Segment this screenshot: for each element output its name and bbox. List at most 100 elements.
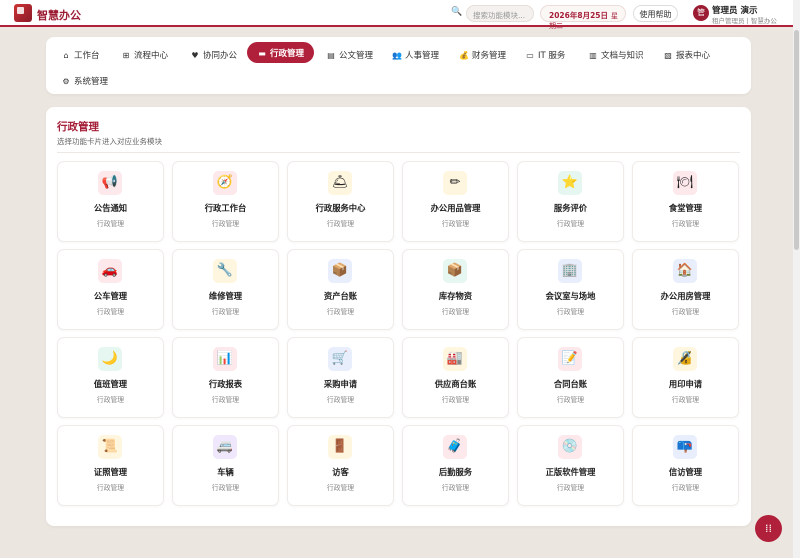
heart-icon: ♥ xyxy=(191,51,199,60)
mailbox-icon: 📪 xyxy=(673,435,697,459)
tile-category: 行政管理 xyxy=(211,220,240,228)
tile-title: 访客 xyxy=(332,467,349,477)
search-input[interactable]: 搜索功能模块... xyxy=(466,5,534,22)
module-tile[interactable]: 🌙 值班管理 行政管理 xyxy=(57,337,164,418)
module-tile[interactable]: 🚗 公车管理 行政管理 xyxy=(57,249,164,330)
module-tile[interactable]: ✏ 办公用品管理 行政管理 xyxy=(402,161,509,242)
tile-category: 行政管理 xyxy=(326,220,355,228)
date-display: 2026年8月25日 星期二 xyxy=(540,5,626,30)
module-tile[interactable]: 🧭 行政工作台 行政管理 xyxy=(172,161,279,242)
tile-category: 行政管理 xyxy=(441,396,470,404)
report-icon: ▧ xyxy=(664,51,672,60)
nav-item-label: 人事管理 xyxy=(405,51,440,61)
module-tile[interactable]: ⭐ 服务评价 行政管理 xyxy=(517,161,624,242)
tile-category: 行政管理 xyxy=(326,308,355,316)
lock-icon: 🔏 xyxy=(673,347,697,371)
contract-icon: 📝 xyxy=(558,347,582,371)
bar-chart-icon: 📊 xyxy=(213,347,237,371)
nav-item-6[interactable]: 💰 财务管理 xyxy=(459,44,506,65)
module-tile[interactable]: 🚪 访客 行政管理 xyxy=(287,425,394,506)
tile-category: 行政管理 xyxy=(441,308,470,316)
tile-category: 行政管理 xyxy=(556,308,585,316)
module-tile[interactable]: 🔏 用印申请 行政管理 xyxy=(632,337,739,418)
tile-title: 服务评价 xyxy=(553,203,588,213)
module-tile[interactable]: 📊 行政报表 行政管理 xyxy=(172,337,279,418)
money-bag-icon: 💰 xyxy=(459,51,469,60)
module-tile[interactable]: 📦 库存物资 行政管理 xyxy=(402,249,509,330)
tile-title: 采购申请 xyxy=(323,379,358,389)
module-tile[interactable]: 🛒 采购申请 行政管理 xyxy=(287,337,394,418)
module-tile[interactable]: 🛎 行政服务中心 行政管理 xyxy=(287,161,394,242)
module-tile[interactable]: 🏭 供应商台账 行政管理 xyxy=(402,337,509,418)
module-tile[interactable]: 📜 证照管理 行政管理 xyxy=(57,425,164,506)
nav-item-4[interactable]: ▤ 公文管理 xyxy=(326,44,373,65)
module-nav: ⌂ 工作台 ⊞ 流程中心 ♥ 协同办公 ▬ 行政管理 ▤ 公文管理 👥 人事管理 💰 财务管理 ▭ IT 服务… xyxy=(46,37,751,94)
house-icon: 🏠 xyxy=(673,259,697,283)
help-button[interactable]: 使用帮助 xyxy=(633,5,678,22)
factory-icon: 🏭 xyxy=(443,347,467,371)
search-icon[interactable]: 🔍 xyxy=(451,7,462,17)
tile-title: 办公用品管理 xyxy=(430,203,481,213)
van-icon: 🚐 xyxy=(213,435,237,459)
tile-category: 行政管理 xyxy=(441,484,470,492)
page-subtitle: 选择功能卡片进入对应业务模块 xyxy=(57,137,162,146)
module-tile[interactable]: 🏠 办公用房管理 行政管理 xyxy=(632,249,739,330)
gear-icon: ⚙ xyxy=(62,77,70,86)
module-tile[interactable]: 💿 正版软件管理 行政管理 xyxy=(517,425,624,506)
nav-item-3[interactable]: ▬ 行政管理 xyxy=(247,42,315,63)
nav-item-2[interactable]: ♥ 协同办公 xyxy=(190,44,237,65)
module-tile[interactable]: 🍽 食堂管理 行政管理 xyxy=(632,161,739,242)
nav-item-0[interactable]: ⌂ 工作台 xyxy=(61,44,99,65)
tile-title: 办公用房管理 xyxy=(660,291,711,301)
nav-item-label: 流程中心 xyxy=(134,51,169,61)
tile-title: 车辆 xyxy=(217,467,234,477)
nav-item-7[interactable]: ▭ IT 服务 xyxy=(525,44,565,65)
luggage-icon: 🧳 xyxy=(443,435,467,459)
tile-title: 行政服务中心 xyxy=(315,203,366,213)
tile-category: 行政管理 xyxy=(671,484,700,492)
scrollbar[interactable] xyxy=(793,0,800,558)
nav-item-10[interactable]: ⚙ 系统管理 xyxy=(61,70,108,91)
top-bar: 智慧办公 🔍 搜索功能模块... 2026年8月25日 星期二 使用帮助 管 管理… xyxy=(0,0,793,30)
nav-item-label: 文档与知识 xyxy=(601,51,644,61)
tile-title: 证照管理 xyxy=(93,467,128,477)
module-tile[interactable]: 🏢 会议室与场地 行政管理 xyxy=(517,249,624,330)
nav-item-8[interactable]: ▥ 文档与知识 xyxy=(588,44,644,65)
module-tile[interactable]: 🔧 维修管理 行政管理 xyxy=(172,249,279,330)
module-tile[interactable]: 🚐 车辆行政管理 xyxy=(172,425,279,506)
tile-title: 用印申请 xyxy=(668,379,703,389)
app-title: 智慧办公 xyxy=(37,9,81,22)
nav-item-5[interactable]: 👥 人事管理 xyxy=(392,44,439,65)
nav-item-9[interactable]: ▧ 报表中心 xyxy=(663,44,710,65)
tile-title: 会议室与场地 xyxy=(545,291,596,301)
divider xyxy=(57,152,740,153)
apps-grid-button[interactable]: ⁞⁞ xyxy=(755,515,782,542)
tile-title: 食堂管理 xyxy=(668,203,703,213)
tile-title: 资产台账 xyxy=(323,291,358,301)
tile-title: 正版软件管理 xyxy=(545,467,596,477)
tile-title: 后勤服务 xyxy=(438,467,473,477)
module-tile[interactable]: 📝 合同台账 行政管理 xyxy=(517,337,624,418)
tile-category: 行政管理 xyxy=(556,396,585,404)
box-icon: 📦 xyxy=(328,259,352,283)
pencil-icon: ✏ xyxy=(443,171,467,195)
nav-item-label: 财务管理 xyxy=(472,51,507,61)
tile-title: 行政工作台 xyxy=(204,203,247,213)
dining-icon: 🍽 xyxy=(673,171,697,195)
nav-item-label: 协同办公 xyxy=(203,51,238,61)
nav-item-label: 报表中心 xyxy=(676,51,711,61)
nav-item-1[interactable]: ⊞ 流程中心 xyxy=(121,44,168,65)
scrollbar-thumb[interactable] xyxy=(794,30,799,250)
module-tile[interactable]: 📢 公告通知 行政管理 xyxy=(57,161,164,242)
module-tile[interactable]: 📪 信访管理 行政管理 xyxy=(632,425,739,506)
tile-category: 行政管理 xyxy=(211,484,240,492)
package-icon: 📦 xyxy=(443,259,467,283)
megaphone-icon: 📢 xyxy=(98,171,122,195)
module-tile[interactable]: 📦 资产台账行政管理 xyxy=(287,249,394,330)
bell-icon: 🛎 xyxy=(328,171,352,195)
module-tile[interactable]: 🧳 后勤服务行政管理 xyxy=(402,425,509,506)
wrench-icon: 🔧 xyxy=(213,259,237,283)
car-icon: 🚗 xyxy=(98,259,122,283)
user-role: 租户管理员 | 智慧办公 xyxy=(712,17,777,25)
user-menu[interactable]: 管 管理员 演示 租户管理员 | 智慧办公 xyxy=(688,3,788,25)
